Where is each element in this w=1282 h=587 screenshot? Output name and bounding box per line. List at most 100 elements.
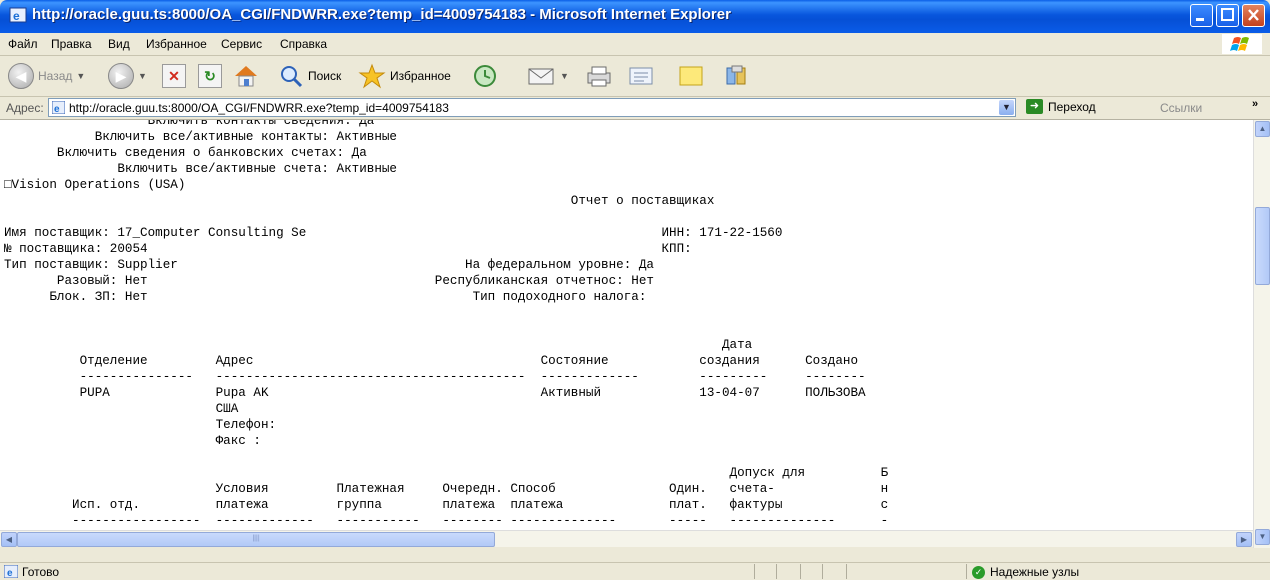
more-links-icon[interactable]: »	[1252, 98, 1258, 110]
search-icon	[281, 66, 303, 88]
address-dropdown-icon[interactable]: ▼	[999, 100, 1014, 115]
search-button[interactable]: Поиск	[278, 61, 341, 91]
report-line: Имя поставщик: 17_Computer Consulting Se…	[4, 226, 783, 240]
edit-icon	[629, 67, 653, 85]
print-button[interactable]	[584, 61, 614, 91]
chevron-down-icon: ▼	[76, 71, 86, 81]
report-line: Включить контакты сведения: Да	[4, 120, 375, 128]
report-line: PUPA Pupa AK Активный 13-04-07 ПОЛЬЗОВА	[4, 386, 866, 400]
trusted-zone-check-icon: ✓	[972, 565, 985, 579]
maximize-button[interactable]	[1216, 4, 1239, 27]
report-line: № поставщика: 20054 КПП:	[4, 242, 692, 256]
report-line: Разовый: Нет Республиканская отчетнос: Н…	[4, 274, 654, 288]
report-line: ----------------- ------------- --------…	[4, 514, 889, 528]
minimize-icon	[1196, 18, 1204, 21]
chevron-down-icon: ▼	[560, 71, 569, 81]
status-bar: e Готово ✓ Надежные узлы	[0, 562, 1270, 580]
svg-text:e: e	[54, 104, 60, 114]
report-line: --------------- ------------------------…	[4, 370, 866, 384]
menu-edit[interactable]: Правка	[51, 37, 92, 51]
menu-favorites[interactable]: Избранное	[146, 37, 207, 51]
report-line: Отчет о поставщиках	[4, 194, 715, 208]
go-label: Переход	[1048, 99, 1096, 114]
status-divider	[846, 564, 847, 579]
vertical-scroll-thumb[interactable]	[1255, 207, 1270, 285]
address-label: Адрес:	[6, 101, 44, 115]
status-divider	[966, 564, 967, 579]
forward-arrow-icon: ▶	[108, 63, 134, 89]
report-text: Включить контакты сведения: Да Включить …	[4, 120, 888, 530]
favorites-label: Избранное	[390, 69, 451, 83]
scroll-down-icon[interactable]: ▼	[1255, 529, 1270, 545]
chevron-down-icon: ▼	[138, 71, 147, 81]
horizontal-scroll-thumb[interactable]: ||||	[17, 532, 495, 547]
menu-bar: Файл Правка Вид Избранное Сервис Справка	[0, 33, 1270, 56]
windows-logo-icon	[1222, 34, 1262, 54]
report-line: Телефон:	[4, 418, 277, 432]
minimize-button[interactable]	[1190, 4, 1213, 27]
title-bar: e http://oracle.guu.ts:8000/OA_CGI/FNDWR…	[0, 0, 1270, 33]
status-divider	[776, 564, 777, 579]
go-button[interactable]: ➜ Переход	[1026, 99, 1096, 114]
stop-button[interactable]: ✕	[162, 61, 186, 91]
address-input[interactable]: e http://oracle.guu.ts:8000/OA_CGI/FNDWR…	[48, 98, 1016, 117]
discuss-button[interactable]	[676, 61, 706, 91]
close-icon	[1248, 9, 1259, 21]
menu-tools[interactable]: Сервис	[221, 37, 262, 51]
address-bar: Адрес: e http://oracle.guu.ts:8000/OA_CG…	[0, 97, 1270, 120]
report-line: Дата	[4, 338, 753, 352]
favorites-button[interactable]: Избранное	[358, 61, 451, 91]
messenger-button[interactable]	[722, 61, 752, 91]
ie-window: e http://oracle.guu.ts:8000/OA_CGI/FNDWR…	[0, 0, 1270, 580]
report-line: Условия Платежная Очередн. Способ Один. …	[4, 482, 889, 496]
report-line: Включить все/активные контакты: Активные	[4, 130, 397, 144]
go-arrow-icon: ➜	[1026, 99, 1043, 114]
mail-button[interactable]: ▼	[526, 61, 569, 91]
maximize-icon	[1221, 8, 1234, 21]
toolbar: ◀ Назад ▼ ▶ ▼ ✕ ↻ Поиск Избранное ▼	[0, 56, 1270, 97]
close-button[interactable]	[1242, 4, 1265, 27]
report-line: США	[4, 402, 239, 416]
scroll-right-icon[interactable]: ▶	[1236, 532, 1252, 547]
note-icon	[679, 66, 703, 86]
status-text: Готово	[22, 565, 60, 579]
back-arrow-icon: ◀	[8, 63, 34, 89]
home-icon	[235, 66, 257, 87]
links-button[interactable]: Ссылки	[1160, 101, 1202, 115]
back-button[interactable]: ◀ Назад ▼	[8, 61, 85, 91]
report-line: Допуск для Б	[4, 466, 889, 480]
ie-icon: e	[9, 7, 27, 23]
scroll-up-icon[interactable]: ▲	[1255, 121, 1270, 137]
scroll-left-icon[interactable]: ◀	[1, 532, 17, 547]
history-button[interactable]	[470, 61, 500, 91]
history-icon	[474, 65, 496, 87]
report-line: Тип поставщик: Supplier На федеральном у…	[4, 258, 654, 272]
page-content: Включить контакты сведения: Да Включить …	[0, 120, 1253, 530]
page-icon: e	[52, 101, 65, 114]
report-line: □Vision Operations (USA)	[4, 178, 186, 192]
svg-text:e: e	[13, 9, 20, 23]
printer-icon	[587, 66, 611, 87]
security-zone[interactable]: ✓ Надежные узлы	[972, 565, 1079, 579]
stop-icon: ✕	[162, 64, 186, 88]
status-divider	[822, 564, 823, 579]
menu-file[interactable]: Файл	[8, 37, 38, 51]
menu-view[interactable]: Вид	[108, 37, 130, 51]
menu-help[interactable]: Справка	[280, 37, 327, 51]
report-line: Включить все/активные счета: Активные	[4, 162, 397, 176]
page-done-icon: e	[4, 565, 18, 578]
refresh-button[interactable]: ↻	[198, 61, 222, 91]
home-button[interactable]	[232, 61, 260, 91]
report-line: Исп. отд. платежа группа платежа платежа…	[4, 498, 889, 512]
edit-button[interactable]	[626, 61, 656, 91]
vertical-scrollbar[interactable]: ▲ ▼	[1253, 120, 1270, 548]
report-line: Включить сведения о банковских счетах: Д…	[4, 146, 367, 160]
back-label: Назад	[38, 69, 73, 83]
horizontal-scrollbar[interactable]: ◀ |||| ▶	[0, 530, 1253, 547]
forward-button[interactable]: ▶ ▼	[108, 61, 147, 91]
status-divider	[754, 564, 755, 579]
search-label: Поиск	[308, 69, 342, 83]
window-title: http://oracle.guu.ts:8000/OA_CGI/FNDWRR.…	[32, 6, 731, 23]
report-line: Отделение Адрес Состояние создания Созда…	[4, 354, 858, 368]
report-line: Блок. ЗП: Нет Тип подоходного налога:	[4, 290, 647, 304]
